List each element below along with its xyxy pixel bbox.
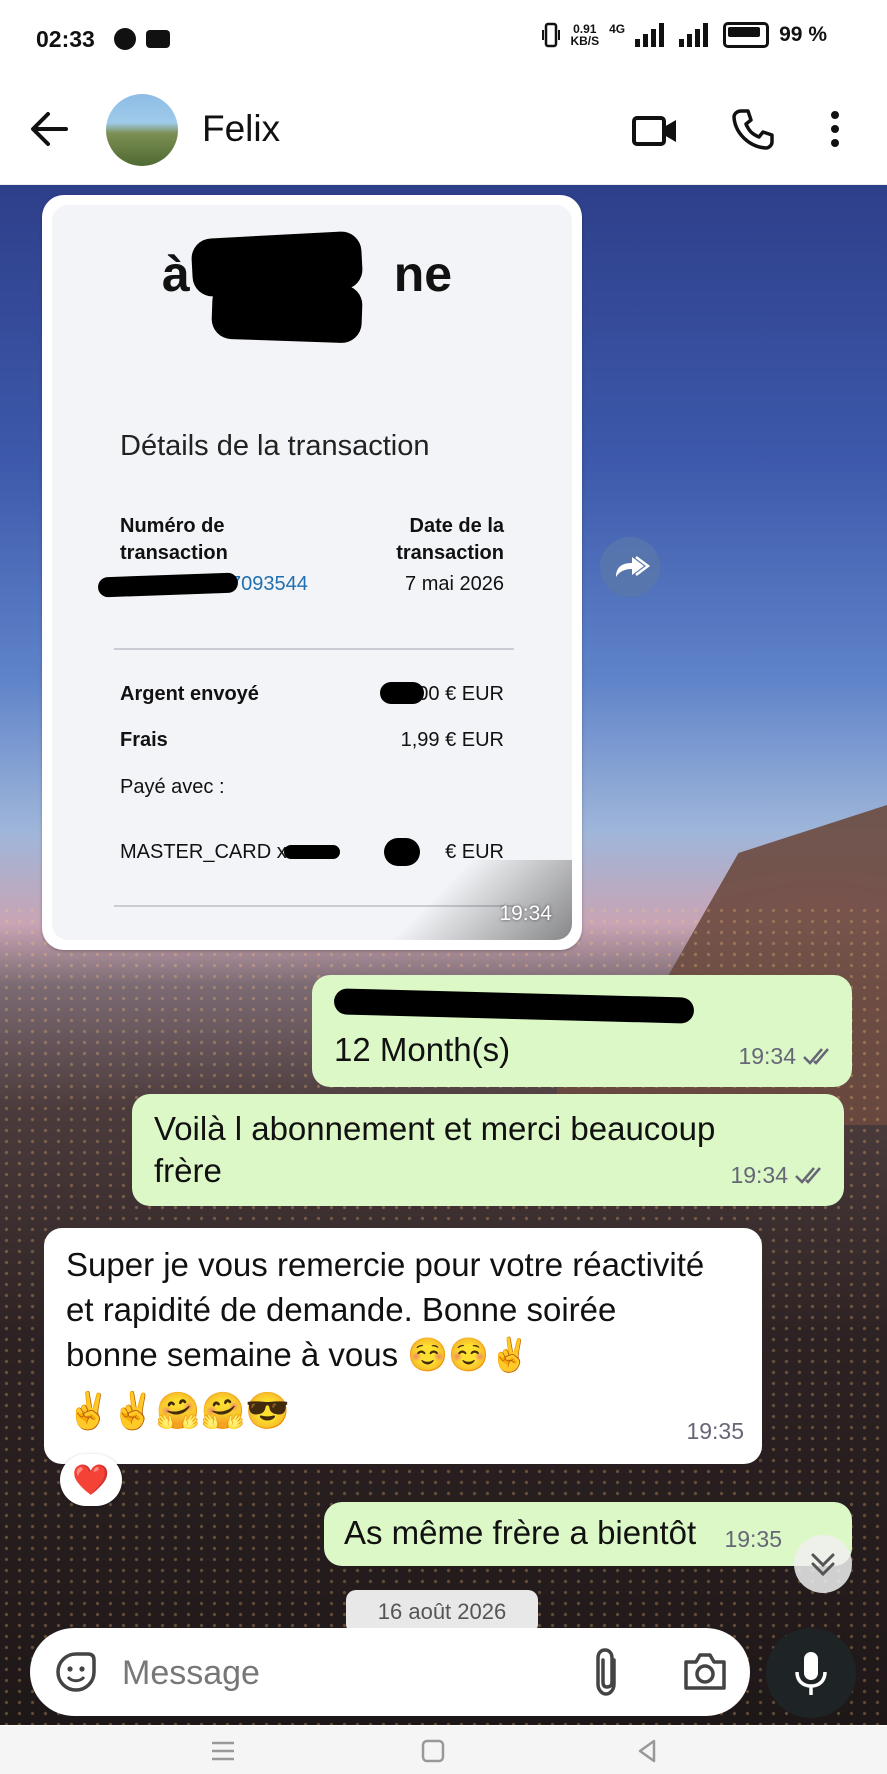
- receipt-image: à ne Détails de la transaction Numéro de…: [52, 205, 572, 940]
- transaction-number-value[interactable]: 7093544: [230, 573, 308, 596]
- back-nav-icon[interactable]: [634, 1738, 660, 1764]
- signal-icon: [635, 23, 665, 47]
- redaction-mark: [97, 572, 239, 598]
- message-input[interactable]: [120, 1648, 524, 1698]
- message-text: As même frère a bientôt: [344, 1514, 697, 1551]
- transaction-number-label-line2: transaction: [120, 542, 228, 564]
- video-call-icon[interactable]: [632, 110, 678, 150]
- heart-emoji-icon: ❤️: [72, 1463, 110, 1497]
- transaction-date-label: Date de la transaction: [396, 513, 504, 567]
- redaction-mark: [211, 280, 363, 344]
- transaction-date-value: 7 mai 2026: [405, 573, 504, 595]
- message-bubble-outgoing[interactable]: 12 Month(s) 19:34: [312, 975, 852, 1087]
- fees-value: 1,99 € EUR: [400, 729, 504, 751]
- redaction-mark: [284, 845, 340, 859]
- paperclip-icon[interactable]: [592, 1646, 622, 1698]
- message-meta: 19:35: [724, 1518, 782, 1560]
- message-bubble-outgoing[interactable]: As même frère a bientôt 19:35: [324, 1502, 852, 1566]
- forward-button[interactable]: [600, 537, 660, 597]
- paid-with-label: Payé avec :: [120, 776, 225, 798]
- message-bubble-outgoing[interactable]: Voilà l abonnement et merci beaucoup frè…: [132, 1094, 844, 1206]
- message-text-body: Super je vous remercie pour votre réacti…: [66, 1246, 705, 1373]
- message-text: Super je vous remercie pour votre réacti…: [66, 1242, 706, 1377]
- back-arrow-icon[interactable]: [28, 108, 70, 150]
- redaction-mark: [333, 988, 695, 1024]
- redaction-mark: [380, 682, 424, 704]
- message-emoji: ☺️☺️✌️: [407, 1336, 531, 1373]
- fees-label: Frais: [120, 729, 168, 751]
- transaction-number-label-line1: Numéro de: [120, 515, 225, 537]
- youtube-icon: [146, 30, 170, 48]
- message-time: 19:34: [499, 902, 552, 925]
- transaction-number-label: Numéro de transaction: [120, 513, 228, 567]
- contact-avatar[interactable]: [106, 94, 178, 166]
- voice-call-icon[interactable]: [732, 108, 774, 150]
- message-time: 19:34: [738, 1043, 796, 1069]
- message-time: 19:35: [724, 1526, 782, 1552]
- status-bar: 02:33 0.91 KB/S 4G 99 %: [0, 0, 887, 80]
- message-text: 12 Month(s): [334, 1031, 511, 1068]
- net-speed-unit: KB/S: [570, 34, 600, 48]
- contact-name[interactable]: Felix: [202, 108, 280, 150]
- camera-icon[interactable]: [682, 1650, 728, 1692]
- read-ticks-icon: [803, 1048, 829, 1065]
- sticker-icon[interactable]: [52, 1648, 100, 1696]
- chat-header: Felix: [0, 80, 887, 185]
- signal-icon-2: [679, 23, 709, 47]
- message-time: 19:34: [730, 1162, 788, 1188]
- amount-sent-value: 00 € EUR: [417, 683, 504, 705]
- status-time: 02:33: [36, 26, 95, 52]
- card-label: MASTER_CARD x: [120, 841, 287, 863]
- receipt-shade: [392, 860, 572, 940]
- message-emoji-line: ✌️✌️🤗🤗😎: [66, 1390, 291, 1431]
- net-speed: 0.91 KB/S: [570, 23, 599, 47]
- receipt-divider: [114, 648, 514, 650]
- double-chevron-down-icon: [811, 1553, 835, 1577]
- transaction-date-label-line2: transaction: [396, 542, 504, 564]
- message-text: Voilà l abonnement et merci beaucoup frè…: [154, 1110, 716, 1189]
- more-options-icon[interactable]: [820, 108, 850, 150]
- transaction-details-title: Détails de la transaction: [120, 430, 430, 462]
- battery-icon: [723, 22, 770, 48]
- message-time: 19:35: [686, 1418, 744, 1444]
- transaction-date-label-line1: Date de la: [409, 515, 504, 537]
- amount-sent-label: Argent envoyé: [120, 683, 259, 705]
- vibrate-icon: [542, 22, 561, 48]
- receipt-heading-prefix: à: [162, 246, 190, 302]
- image-message-receipt[interactable]: à ne Détails de la transaction Numéro de…: [42, 195, 582, 950]
- system-navigation-bar: [0, 1726, 887, 1774]
- message-bubble-incoming[interactable]: Super je vous remercie pour votre réacti…: [44, 1228, 762, 1464]
- battery-level: 99 %: [779, 23, 827, 46]
- home-nav-icon[interactable]: [420, 1738, 446, 1764]
- message-composer: [30, 1628, 750, 1716]
- forward-icon: [616, 556, 651, 577]
- message-meta: 19:34: [730, 1154, 826, 1196]
- notification-icons: [114, 28, 170, 50]
- scroll-to-bottom-button[interactable]: [794, 1535, 852, 1593]
- messenger-icon: [114, 28, 136, 50]
- menu-nav-icon[interactable]: [208, 1738, 238, 1764]
- read-ticks-icon: [795, 1167, 821, 1184]
- message-meta: 19:35: [686, 1409, 744, 1454]
- voice-message-button[interactable]: [766, 1628, 856, 1718]
- status-indicators: 0.91 KB/S 4G 99 %: [542, 22, 827, 48]
- reaction-heart[interactable]: ❤️: [60, 1454, 122, 1506]
- message-meta: 19:34: [738, 1035, 834, 1077]
- microphone-icon: [795, 1652, 827, 1695]
- network-type: 4G: [609, 22, 626, 36]
- receipt-heading-tail: ne: [393, 246, 453, 302]
